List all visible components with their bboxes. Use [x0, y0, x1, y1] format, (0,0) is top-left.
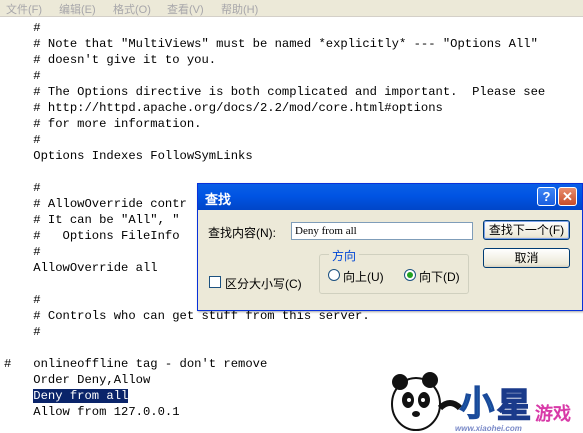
direction-down-radio[interactable]: [404, 269, 416, 281]
code-line: #: [4, 181, 41, 195]
code-line: # http://httpd.apache.org/docs/2.2/mod/c…: [4, 101, 443, 115]
menu-file[interactable]: 文件(F): [6, 1, 42, 17]
svg-text:游戏: 游戏: [535, 403, 571, 425]
code-line: Order Deny,Allow: [4, 373, 151, 387]
direction-label: 方向: [329, 247, 360, 264]
direction-down-label: 向下(D): [419, 270, 460, 284]
find-label: 查找内容(N):: [208, 226, 276, 240]
code-line: # onlineoffline tag - don't remove: [4, 357, 268, 371]
menu-edit[interactable]: 编辑(E): [59, 1, 96, 17]
close-button[interactable]: ✕: [558, 187, 577, 206]
code-line: # for more information.: [4, 117, 202, 131]
selected-line: Deny from all: [4, 388, 129, 404]
help-button[interactable]: ?: [537, 187, 556, 206]
site-watermark-logo: 小 星 游戏: [391, 372, 571, 431]
menu-format[interactable]: 格式(O): [113, 1, 151, 17]
code-line: # Options FileInfo: [4, 229, 180, 243]
direction-up-radio[interactable]: [328, 269, 340, 281]
close-icon: ✕: [562, 189, 573, 204]
code-line: #: [4, 133, 41, 147]
text-selection[interactable]: Deny from all: [33, 389, 129, 403]
menu-bar: 文件(F) 编辑(E) 格式(O) 查看(V) 帮助(H): [0, 0, 583, 17]
dialog-title: 查找: [205, 192, 232, 207]
code-line: # The Options directive is both complica…: [4, 85, 546, 99]
code-line: AllowOverride all: [4, 261, 158, 275]
match-case-checkbox[interactable]: [209, 276, 221, 288]
svg-text:小: 小: [460, 384, 494, 424]
menu-view[interactable]: 查看(V): [167, 1, 204, 17]
menu-help[interactable]: 帮助(H): [221, 1, 258, 17]
code-line: # AllowOverride contr: [4, 197, 187, 211]
code-line: # It can be "All", ": [4, 213, 180, 227]
code-line: #: [4, 69, 41, 83]
code-line: #: [4, 293, 41, 307]
cancel-button[interactable]: 取消: [483, 248, 570, 268]
find-next-button[interactable]: 查找下一个(F): [483, 220, 570, 240]
dialog-titlebar[interactable]: 查找 ? ✕: [198, 184, 582, 210]
code-line: #: [4, 325, 41, 339]
match-case-label: 区分大小写(C): [225, 277, 302, 291]
code-line: Allow from 127.0.0.1: [4, 405, 180, 419]
direction-up-label: 向上(U): [343, 270, 384, 284]
code-line: # doesn't give it to you.: [4, 53, 217, 67]
svg-text:星: 星: [497, 386, 531, 426]
radio-selected-dot: [407, 272, 413, 278]
code-line: Options Indexes FollowSymLinks: [4, 149, 253, 163]
question-icon: ?: [542, 189, 551, 204]
code-line: # Note that "MultiViews" must be named *…: [4, 37, 538, 51]
find-dialog: 查找 ? ✕ 查找内容(N): Deny from all 查找下一个(F) 取…: [197, 183, 583, 311]
find-input[interactable]: Deny from all: [291, 222, 473, 240]
code-line: #: [4, 21, 41, 35]
code-line: #: [4, 245, 41, 259]
